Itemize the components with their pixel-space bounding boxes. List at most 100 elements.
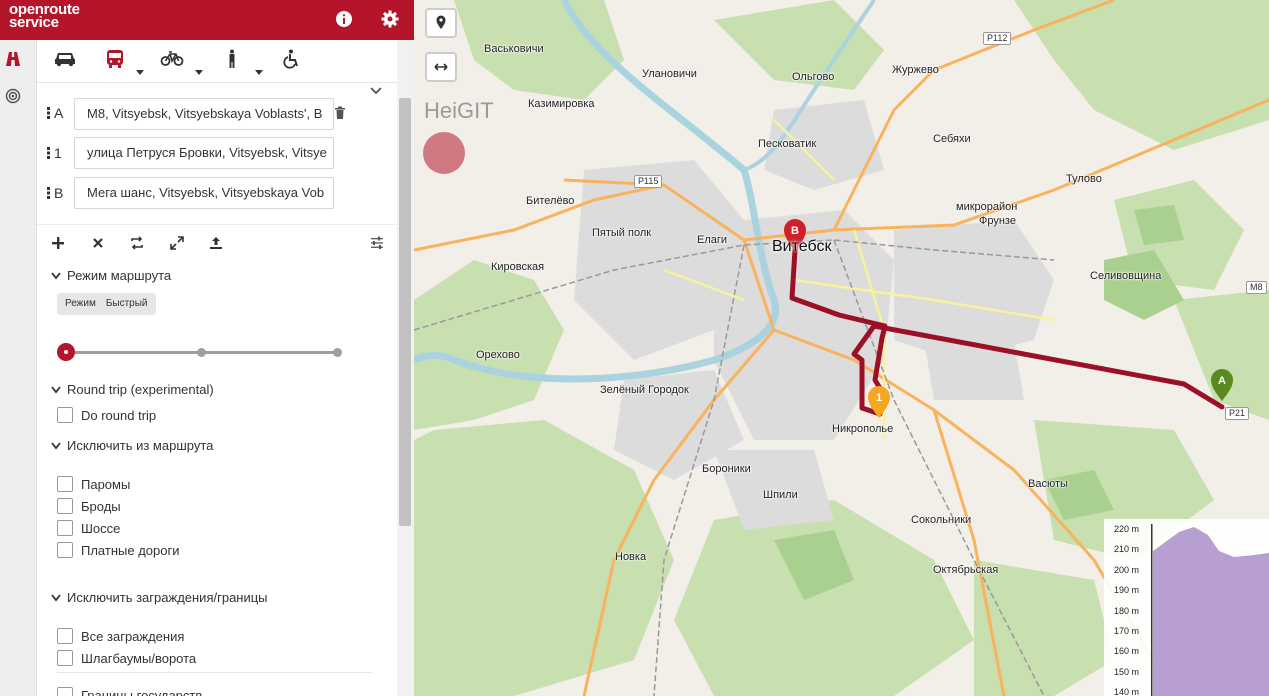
city-label: Витебск [772, 238, 832, 255]
place-label: Сокольники [911, 514, 972, 526]
pedestrian-options-caret[interactable] [255, 70, 263, 75]
heigit-logo-mark [423, 132, 465, 174]
round-trip-toggle[interactable]: Round trip (experimental) [51, 382, 214, 397]
road-shield: M8 [1246, 281, 1267, 294]
map-pin-icon [436, 15, 446, 29]
road-shield: P21 [1225, 407, 1250, 420]
exclude-barriers-toggle[interactable]: Исключить заграждения/границы [51, 590, 268, 605]
wheelchair-icon[interactable] [280, 49, 304, 69]
place-label: Никрополье [832, 423, 894, 435]
add-icon[interactable] [51, 236, 65, 250]
map-view[interactable]: A 1 B HeiGIT Васьковичи Казимировка Улан… [414, 0, 1269, 696]
drag-handle-icon[interactable] [47, 147, 50, 159]
mode-strip [0, 40, 37, 696]
place-label: Селивовщина [1090, 270, 1162, 282]
isochrone-icon[interactable] [5, 88, 21, 104]
horizontal-arrows-icon [434, 63, 448, 71]
info-icon[interactable] [333, 8, 355, 30]
svg-text:B: B [791, 225, 799, 237]
elevation-profile[interactable]: 220 m 210 m 200 m 190 m 180 m 170 m 160 … [1104, 519, 1269, 696]
place-label: микрорайон [956, 201, 1018, 213]
place-label: Фрунзе [979, 215, 1016, 227]
place-label: Песковатик [758, 138, 817, 150]
place-label: Октябрьская [933, 564, 999, 576]
options-sliders-icon[interactable] [370, 236, 384, 250]
measure-button[interactable] [425, 52, 457, 82]
route-mode-chip[interactable]: Режим Быстрый [57, 293, 156, 315]
drag-handle-icon[interactable] [47, 187, 50, 199]
clear-icon[interactable] [91, 236, 105, 250]
exclude-ferries-checkbox[interactable] [57, 476, 73, 492]
waypoint-input-start[interactable]: M8, Vitsyebsk, Vitsyebskaya Voblasts', B [74, 98, 334, 130]
collapse-chevron-icon[interactable] [369, 86, 383, 96]
route-panel: A M8, Vitsyebsk, Vitsyebskaya Voblasts',… [37, 40, 397, 696]
road-shield: P112 [983, 32, 1012, 45]
section-title: Round trip (experimental) [67, 382, 214, 397]
borders-checkbox[interactable] [57, 687, 73, 696]
profile-selector [37, 40, 397, 83]
bus-options-caret[interactable] [136, 70, 144, 75]
exclude-highways-checkbox[interactable] [57, 520, 73, 536]
place-label: Васьковичи [484, 43, 544, 55]
section-title: Исключить из маршрута [67, 438, 214, 453]
pedestrian-icon[interactable] [220, 49, 244, 69]
elevation-area [1151, 524, 1269, 696]
reverse-icon[interactable] [130, 236, 144, 250]
app-logo[interactable]: openroute service [9, 2, 80, 30]
slider-step [197, 348, 206, 357]
place-label: Орехово [476, 349, 520, 361]
section-title: Режим маршрута [67, 268, 172, 283]
fit-bounds-icon[interactable] [170, 236, 184, 250]
waypoint-label: 1 [54, 145, 62, 161]
place-label: Кировская [491, 261, 545, 273]
route-icon[interactable] [5, 51, 21, 67]
panel-scrollbar[interactable] [397, 40, 414, 696]
checkbox-label: Броды [81, 499, 121, 514]
waypoint-input-end[interactable]: Мега шанс, Vitsyebsk, Vitsyebskaya Vob [74, 177, 334, 209]
place-label: Шпили [763, 489, 798, 501]
road-shield: P115 [634, 175, 663, 188]
all-barriers-checkbox[interactable] [57, 628, 73, 644]
place-label: Казимировка [528, 98, 595, 110]
checkbox-label: Границы государств [81, 688, 203, 696]
bus-icon[interactable] [103, 49, 127, 69]
svg-text:A: A [1218, 375, 1226, 387]
chevron-down-icon [51, 386, 61, 394]
locate-button[interactable] [425, 8, 457, 38]
place-label: Себяхи [933, 133, 971, 145]
route-mode-toggle[interactable]: Режим маршрута [51, 268, 171, 283]
exclude-tollways-checkbox[interactable] [57, 542, 73, 558]
upload-icon[interactable] [209, 236, 223, 250]
place-label: Елаги [697, 234, 728, 246]
checkbox-label: Паромы [81, 477, 131, 492]
exclude-fords-checkbox[interactable] [57, 498, 73, 514]
checkbox-label: Все заграждения [81, 629, 185, 644]
heigit-logo: HeiGIT [424, 98, 494, 123]
chevron-down-icon [51, 272, 61, 280]
checkbox-label: Шоссе [81, 521, 121, 536]
bike-options-caret[interactable] [195, 70, 203, 75]
place-label: Бителёво [526, 195, 575, 207]
slider-handle[interactable] [57, 343, 75, 361]
slider-step [333, 348, 342, 357]
waypoint-label: A [54, 105, 64, 121]
place-label: Улановичи [642, 68, 697, 80]
place-label: Ольгово [792, 71, 835, 83]
chevron-down-icon [51, 594, 61, 602]
svg-text:1: 1 [876, 392, 882, 404]
exclude-toggle[interactable]: Исключить из маршрута [51, 438, 213, 453]
place-label: Васюты [1028, 478, 1068, 490]
car-icon[interactable] [53, 49, 77, 69]
waypoint-input-via[interactable]: улица Петруся Бровки, Vitsyebsk, Vitsye [74, 137, 334, 169]
scrollbar-thumb[interactable] [399, 98, 411, 526]
place-label: Пятый полк [592, 227, 652, 239]
trash-icon[interactable] [334, 106, 346, 120]
place-label: Тулово [1066, 173, 1102, 185]
gates-checkbox[interactable] [57, 650, 73, 666]
round-trip-checkbox[interactable] [57, 407, 73, 423]
bike-icon[interactable] [160, 49, 184, 69]
drag-handle-icon[interactable] [47, 107, 50, 119]
gear-icon[interactable] [379, 8, 401, 30]
app-header: openroute service [0, 0, 414, 40]
chevron-down-icon [51, 442, 61, 450]
